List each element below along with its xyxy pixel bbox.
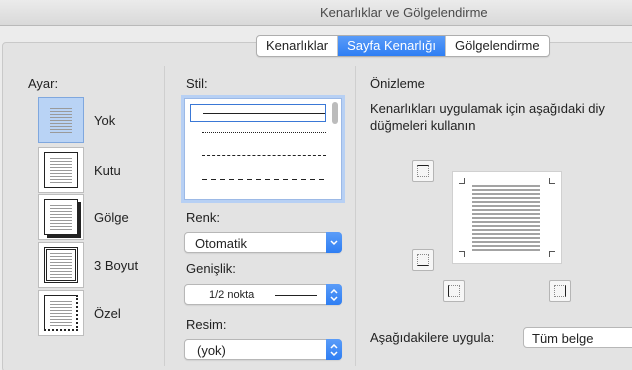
apply-to-value: Tüm belge xyxy=(532,331,594,346)
stepper-icon xyxy=(326,284,342,305)
page-box-icon xyxy=(44,152,78,188)
width-line-preview xyxy=(275,295,317,296)
chevron-down-icon xyxy=(326,232,342,253)
page-3d-icon xyxy=(44,247,78,283)
color-value: Otomatik xyxy=(195,236,248,251)
line-style-list[interactable] xyxy=(184,98,342,200)
setting-none-label: Yok xyxy=(94,113,116,128)
page-custom-icon xyxy=(44,295,78,331)
preview-instruction-2: düğmeleri kullanın xyxy=(370,118,476,133)
tab-borders[interactable]: Kenarlıklar xyxy=(257,36,339,56)
width-select[interactable]: 1/2 nokta xyxy=(184,284,342,305)
preview-instruction-1: Kenarlıkları uygulamak için aşağıdaki di… xyxy=(370,101,605,116)
tab-shading[interactable]: Gölgelendirme xyxy=(446,36,549,56)
setting-custom-label: Özel xyxy=(94,306,121,321)
preview-heading: Önizleme xyxy=(370,76,425,91)
setting-3d-label: 3 Boyut xyxy=(94,258,139,273)
setting-3d-button[interactable] xyxy=(38,242,84,288)
separator xyxy=(164,66,165,366)
preview-text-lines xyxy=(472,185,540,251)
page-none-icon xyxy=(44,102,78,138)
line-style-long-dashed[interactable] xyxy=(190,171,326,189)
art-label: Resim: xyxy=(186,317,227,332)
title-bar: Kenarlıklar ve Gölgelendirme xyxy=(0,0,632,26)
art-select[interactable]: (yok) xyxy=(184,339,342,360)
line-style-dotted[interactable] xyxy=(190,124,326,142)
style-heading: Stil: xyxy=(186,76,208,91)
line-style-solid[interactable] xyxy=(190,104,326,122)
tab-bar: Kenarlıklar Sayfa Kenarlığı Gölgelendirm… xyxy=(256,35,550,57)
border-bottom-button[interactable] xyxy=(412,249,434,271)
tab-page-border[interactable]: Sayfa Kenarlığı xyxy=(338,36,447,56)
width-value: 1/2 nokta xyxy=(209,289,255,301)
setting-none-button[interactable] xyxy=(38,97,84,143)
setting-custom-button[interactable] xyxy=(38,290,84,336)
page-shadow-icon xyxy=(44,199,78,235)
line-style-dashed[interactable] xyxy=(190,147,326,165)
border-top-button[interactable] xyxy=(412,160,434,182)
setting-box-button[interactable] xyxy=(38,147,84,193)
width-label: Genişlik: xyxy=(186,261,236,276)
scrollbar[interactable] xyxy=(332,102,338,124)
border-right-button[interactable] xyxy=(549,280,571,302)
stepper-icon xyxy=(326,339,342,360)
setting-shadow-label: Gölge xyxy=(94,210,129,225)
art-value: (yok) xyxy=(197,343,226,358)
setting-box-label: Kutu xyxy=(94,163,121,178)
apply-to-label: Aşağıdakilere uygula: xyxy=(370,330,495,345)
window-title: Kenarlıklar ve Gölgelendirme xyxy=(320,5,488,20)
border-left-button[interactable] xyxy=(443,280,465,302)
color-label: Renk: xyxy=(186,210,220,225)
color-select[interactable]: Otomatik xyxy=(184,232,342,253)
setting-heading: Ayar: xyxy=(28,76,59,91)
apply-to-select[interactable]: Tüm belge xyxy=(523,327,632,348)
separator xyxy=(355,66,356,366)
setting-shadow-button[interactable] xyxy=(38,194,84,240)
page-preview xyxy=(452,171,562,264)
